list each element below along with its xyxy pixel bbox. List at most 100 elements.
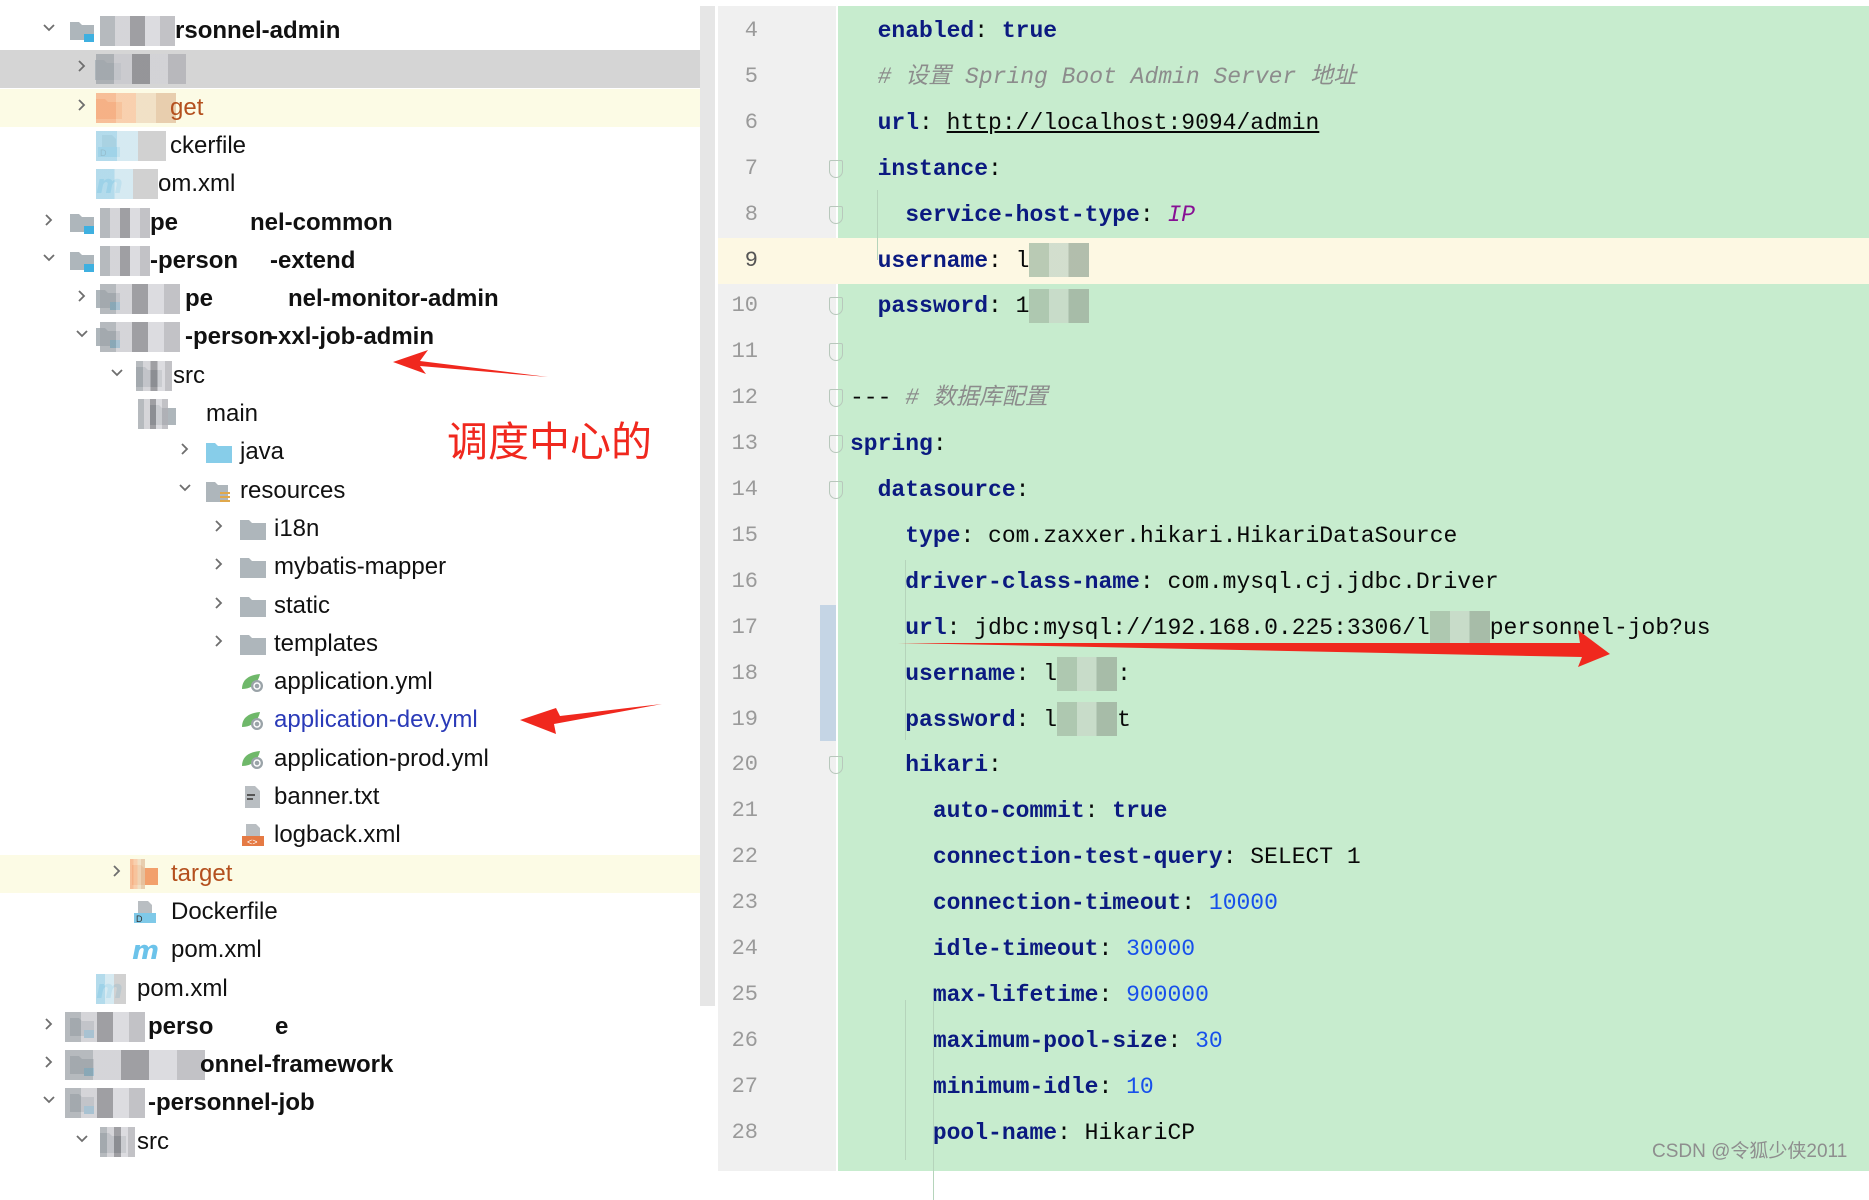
code-line[interactable]: type: com.zaxxer.hikari.HikariDataSource — [850, 513, 1457, 559]
chevron-down-icon[interactable] — [42, 21, 55, 33]
vcs-change-marker[interactable] — [820, 605, 836, 741]
code-line[interactable]: password: 1 — [850, 283, 1090, 329]
tree-row[interactable]: target — [0, 854, 700, 893]
tree-row[interactable]: mpom.xml — [0, 931, 700, 969]
tree-row-label-tail: nel-common — [250, 208, 393, 236]
blurred-region — [100, 207, 150, 238]
fold-marker-icon[interactable] — [829, 205, 843, 224]
code-token: true — [1112, 798, 1168, 825]
line-number: 17 — [731, 614, 758, 640]
chevron-right-icon[interactable] — [42, 1017, 54, 1030]
fold-marker-icon[interactable] — [829, 159, 843, 178]
tree-row[interactable]: application-prod.yml — [0, 740, 700, 778]
tree-row[interactable]: perso e — [0, 1008, 700, 1046]
chevron-right-icon[interactable] — [42, 1055, 54, 1068]
code-token: : — [1098, 936, 1127, 962]
tree-row[interactable]: templates — [0, 625, 700, 663]
blurred-region — [1029, 289, 1090, 324]
tree-row[interactable]: pe nel-monitor-admin — [0, 280, 700, 318]
tree-row[interactable]: resources — [0, 472, 700, 510]
tree-row[interactable]: -person -extend — [0, 242, 700, 280]
project-tree-scrollbar[interactable] — [700, 6, 715, 1006]
chevron-down-icon[interactable] — [110, 366, 123, 378]
fold-marker-icon[interactable] — [829, 756, 843, 775]
svg-text:m: m — [132, 939, 158, 961]
code-line[interactable]: username: l — [850, 238, 1090, 284]
tree-row-label: -personnel-job — [148, 1089, 315, 1117]
tree-row[interactable]: Dckerfile — [0, 127, 700, 165]
tree-row[interactable] — [0, 50, 700, 89]
code-line[interactable]: password: l t — [850, 697, 1131, 743]
fold-marker-icon[interactable] — [829, 435, 843, 454]
tree-row[interactable]: i18n — [0, 510, 700, 548]
tree-row[interactable]: application.yml — [0, 663, 700, 701]
maven-file-icon: m — [132, 936, 159, 966]
chevron-right-icon[interactable] — [75, 59, 87, 72]
code-line[interactable]: hikari: — [850, 742, 1002, 788]
code-line[interactable]: connection-timeout: 10000 — [850, 880, 1278, 926]
chevron-down-icon[interactable] — [75, 1132, 88, 1144]
code-line[interactable]: service-host-type: IP — [850, 192, 1195, 238]
tree-row[interactable]: static — [0, 587, 700, 625]
code-line[interactable]: instance: — [850, 146, 1002, 192]
tree-row[interactable]: banner.txt — [0, 778, 700, 816]
code-line[interactable]: minimum-idle: 10 — [850, 1064, 1154, 1110]
blurred-region — [100, 16, 175, 46]
tree-row[interactable]: <> logback.xml — [0, 816, 700, 854]
chevron-right-icon[interactable] — [212, 557, 224, 570]
tree-row[interactable]: mybatis-mapper — [0, 548, 700, 586]
fold-marker-icon[interactable] — [829, 297, 843, 316]
tree-row[interactable]: D Dockerfile — [0, 893, 700, 931]
chevron-right-icon[interactable] — [212, 519, 224, 532]
code-line[interactable]: url: http://localhost:9094/admin — [850, 100, 1320, 146]
chevron-right-icon[interactable] — [178, 442, 190, 455]
tree-row[interactable]: rsonnel-admin — [0, 12, 700, 50]
code-line[interactable]: auto-commit: true — [850, 788, 1168, 834]
chevron-right-icon[interactable] — [42, 213, 54, 226]
chevron-right-icon[interactable] — [75, 289, 87, 302]
tree-row[interactable]: pe nel-common — [0, 204, 700, 242]
tree-row-label: application-dev.yml — [274, 706, 478, 734]
code-line[interactable]: # 设置 Spring Boot Admin Server 地址 — [850, 54, 1356, 100]
chevron-right-icon[interactable] — [212, 596, 224, 609]
tree-row-label: rsonnel-admin — [175, 17, 341, 44]
code-line[interactable]: connection-test-query: SELECT 1 — [850, 834, 1361, 880]
chevron-right-icon[interactable] — [110, 864, 122, 877]
chevron-right-icon[interactable] — [75, 98, 87, 111]
code-line[interactable]: driver-class-name: com.mysql.cj.jdbc.Dri… — [850, 559, 1499, 605]
fold-marker-icon[interactable] — [829, 343, 843, 362]
blurred-region — [96, 130, 166, 161]
chevron-down-icon[interactable] — [42, 1093, 55, 1105]
code-line[interactable]: enabled: true — [850, 8, 1057, 54]
code-token: : com.zaxxer.hikari.HikariDataSource — [960, 522, 1458, 549]
fold-marker-icon[interactable] — [829, 389, 843, 408]
code-line[interactable]: --- # 数据库配置 — [850, 375, 1048, 421]
tree-row[interactable]: mom.xml — [0, 165, 700, 203]
chevron-right-icon[interactable] — [212, 634, 224, 647]
code-line[interactable]: datasource: — [850, 467, 1030, 513]
tree-row[interactable]: -person -xxl-job-admin — [0, 318, 700, 356]
chevron-down-icon[interactable] — [42, 251, 55, 263]
tree-row[interactable]: mpom.xml — [0, 970, 700, 1008]
code-line[interactable]: pool-name: HikariCP — [850, 1110, 1195, 1156]
code-line[interactable]: spring: — [850, 421, 947, 467]
code-line[interactable]: username: l: — [850, 651, 1131, 697]
chevron-down-icon[interactable] — [75, 327, 88, 339]
code-token: # 设置 Spring Boot Admin Server 地址 — [850, 63, 1357, 90]
tree-row[interactable]: onnel-framework — [0, 1046, 700, 1084]
tree-row[interactable]: application-dev.yml — [0, 701, 700, 739]
fold-marker-icon[interactable] — [829, 481, 843, 499]
code-line[interactable]: idle-timeout: 30000 — [850, 926, 1195, 972]
code-line[interactable]: url: jdbc:mysql://192.168.0.225:3306/l pe… — [850, 605, 1711, 651]
chevron-down-icon[interactable] — [178, 481, 191, 493]
blurred-region — [96, 973, 126, 1004]
tree-row[interactable]: src — [0, 357, 700, 395]
tree-row[interactable]: src — [0, 1123, 700, 1161]
tree-row[interactable]: -personnel-job — [0, 1084, 700, 1122]
code-line[interactable]: max-lifetime: 900000 — [850, 972, 1209, 1018]
tree-row[interactable]: get — [0, 88, 700, 127]
